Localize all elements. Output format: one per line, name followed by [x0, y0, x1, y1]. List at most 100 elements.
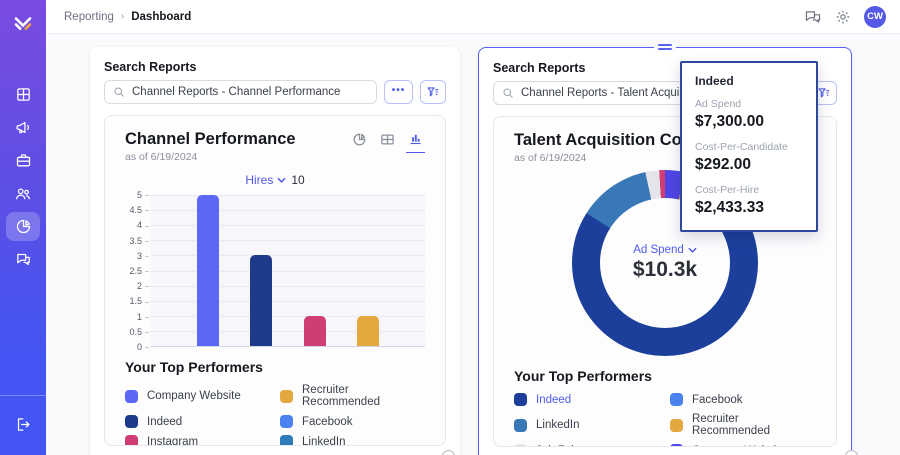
table-view-button[interactable] — [378, 131, 397, 153]
donut-metric-dropdown[interactable]: Ad Spend — [633, 244, 697, 256]
breadcrumb: Reporting › Dashboard — [64, 11, 191, 23]
y-tick-label: 2 — [137, 281, 149, 291]
pie-chart-icon — [16, 219, 30, 234]
bar-recruiter-recommended[interactable] — [357, 315, 380, 346]
bar-company-website[interactable] — [196, 195, 219, 346]
donut-tooltip: Indeed Ad Spend $7,300.00 Cost-Per-Candi… — [680, 61, 818, 232]
legend-swatch — [670, 444, 683, 446]
legend-label: Facebook — [692, 393, 743, 406]
filter-funnel-icon — [427, 87, 439, 97]
search-reports-label: Search Reports — [104, 60, 197, 74]
drag-handle[interactable] — [654, 43, 676, 51]
sidebar-item-dashboard[interactable] — [6, 80, 40, 109]
bar-view-button[interactable] — [406, 130, 425, 153]
legend-swatch — [514, 444, 527, 446]
avatar[interactable]: CW — [864, 5, 886, 28]
metric-value: 10 — [291, 173, 305, 187]
plot-area — [151, 195, 425, 347]
messages-button[interactable] — [804, 9, 822, 25]
tooltip-label: Cost-Per-Candidate — [695, 141, 788, 153]
legend-item-linkedin[interactable]: LinkedIn — [514, 413, 660, 437]
card-title: Talent Acquisition Costs — [514, 131, 706, 149]
legend-label: Recruiter Recommended — [692, 413, 770, 437]
topbar-actions: CW — [804, 5, 886, 28]
card-header: Channel Performance as of 6/19/2024 — [125, 130, 425, 163]
legend-item-job-fair[interactable]: Job Fair — [514, 444, 660, 446]
donut-total-value: $10.3k — [632, 258, 698, 281]
metric-dropdown[interactable]: Hires — [245, 173, 286, 187]
sidebar-item-reporting[interactable] — [6, 212, 40, 241]
tooltip-label: Cost-Per-Hire — [695, 184, 760, 196]
more-options-button[interactable]: ••• — [384, 80, 413, 104]
logo-icon — [14, 17, 32, 30]
bars — [151, 195, 425, 346]
tooltip-title: Indeed — [695, 74, 734, 88]
legend-item-facebook[interactable]: Facebook — [670, 393, 816, 406]
filter-button[interactable] — [420, 80, 446, 104]
chevron-down-icon — [688, 247, 697, 253]
bar-chart: 5 4.5 4 3.5 3 2.5 2 1.5 1 0.5 0 — [125, 190, 425, 352]
legend-swatch — [514, 418, 527, 432]
chevron-down-icon — [277, 177, 286, 183]
legend-item-recruiter-recommended[interactable]: Recruiter Recommended — [670, 413, 816, 437]
metric-selector-row: Hires 10 — [125, 173, 425, 187]
app-root: Reporting › Dashboard CW Search Reports — [0, 0, 900, 455]
legend-item-linkedin[interactable]: LinkedIn — [280, 435, 425, 445]
legend-item-indeed[interactable]: Indeed — [125, 415, 270, 428]
y-tick-label: 5 — [137, 190, 149, 200]
bar-instagram[interactable] — [303, 315, 326, 346]
pie-view-button[interactable] — [350, 131, 369, 153]
tooltip-label: Ad Spend — [695, 98, 742, 110]
legend-item-instagram[interactable]: Instagram — [125, 435, 270, 446]
sidebar-item-messages[interactable] — [6, 245, 40, 274]
legend-item-company-website[interactable]: Company Website — [125, 384, 270, 408]
card-subtitle: as of 6/19/2024 — [514, 152, 587, 164]
y-tick-label: 0.5 — [129, 327, 149, 337]
people-icon — [15, 187, 31, 199]
sidebar-item-jobs[interactable] — [6, 146, 40, 175]
legend-swatch — [280, 435, 293, 445]
legend-label: Indeed — [536, 393, 572, 406]
settings-button[interactable] — [835, 9, 851, 25]
bar-indeed[interactable] — [250, 255, 273, 346]
bar-view-icon — [410, 134, 421, 145]
legend-label: Company Website — [692, 445, 786, 447]
app-logo[interactable] — [9, 8, 37, 36]
report-panel-channel-performance: Search Reports ••• Channel Performance — [90, 47, 460, 455]
legend-item-recruiter-recommended[interactable]: Recruiter Recommended — [280, 384, 425, 408]
legend-item-facebook[interactable]: Facebook — [280, 415, 425, 428]
briefcase-icon — [16, 154, 30, 167]
legend-label: Instagram — [147, 435, 199, 446]
search-icon — [503, 88, 513, 98]
y-tick-label: 1 — [137, 312, 149, 322]
legend: Company Website Recruiter Recommended In… — [125, 384, 425, 446]
legend-swatch — [125, 389, 138, 403]
sidebar-item-marketing[interactable] — [6, 113, 40, 142]
breadcrumb-reporting[interactable]: Reporting — [64, 11, 114, 23]
table-view-icon — [381, 134, 394, 144]
topbar: Reporting › Dashboard CW — [46, 0, 900, 34]
logout-icon — [17, 418, 29, 431]
tooltip-value: $2,433.33 — [695, 199, 764, 216]
tooltip-value: $7,300.00 — [695, 113, 764, 130]
legend-label: Indeed — [147, 415, 183, 428]
tooltip-value: $292.00 — [695, 156, 752, 173]
logout-button[interactable] — [6, 410, 40, 439]
legend-title: Your Top Performers — [125, 359, 263, 375]
search-input[interactable] — [104, 80, 377, 104]
breadcrumb-dashboard: Dashboard — [131, 10, 192, 23]
legend-swatch — [280, 415, 293, 428]
y-tick-label: 4.5 — [129, 205, 149, 215]
y-tick-label: 0 — [137, 342, 149, 352]
sidebar-item-candidates[interactable] — [6, 179, 40, 208]
help-button[interactable] — [845, 450, 858, 455]
legend-item-company-website[interactable]: Company Website — [670, 444, 816, 447]
legend-swatch — [670, 418, 683, 432]
legend-swatch — [125, 415, 138, 428]
dashboard-content: Search Reports ••• Channel Performance — [46, 34, 900, 455]
breadcrumb-separator: › — [120, 11, 125, 22]
y-tick-label: 4 — [137, 220, 149, 230]
legend-item-indeed[interactable]: Indeed — [514, 393, 660, 406]
y-tick-label: 2.5 — [129, 266, 149, 276]
search-box — [104, 80, 377, 104]
